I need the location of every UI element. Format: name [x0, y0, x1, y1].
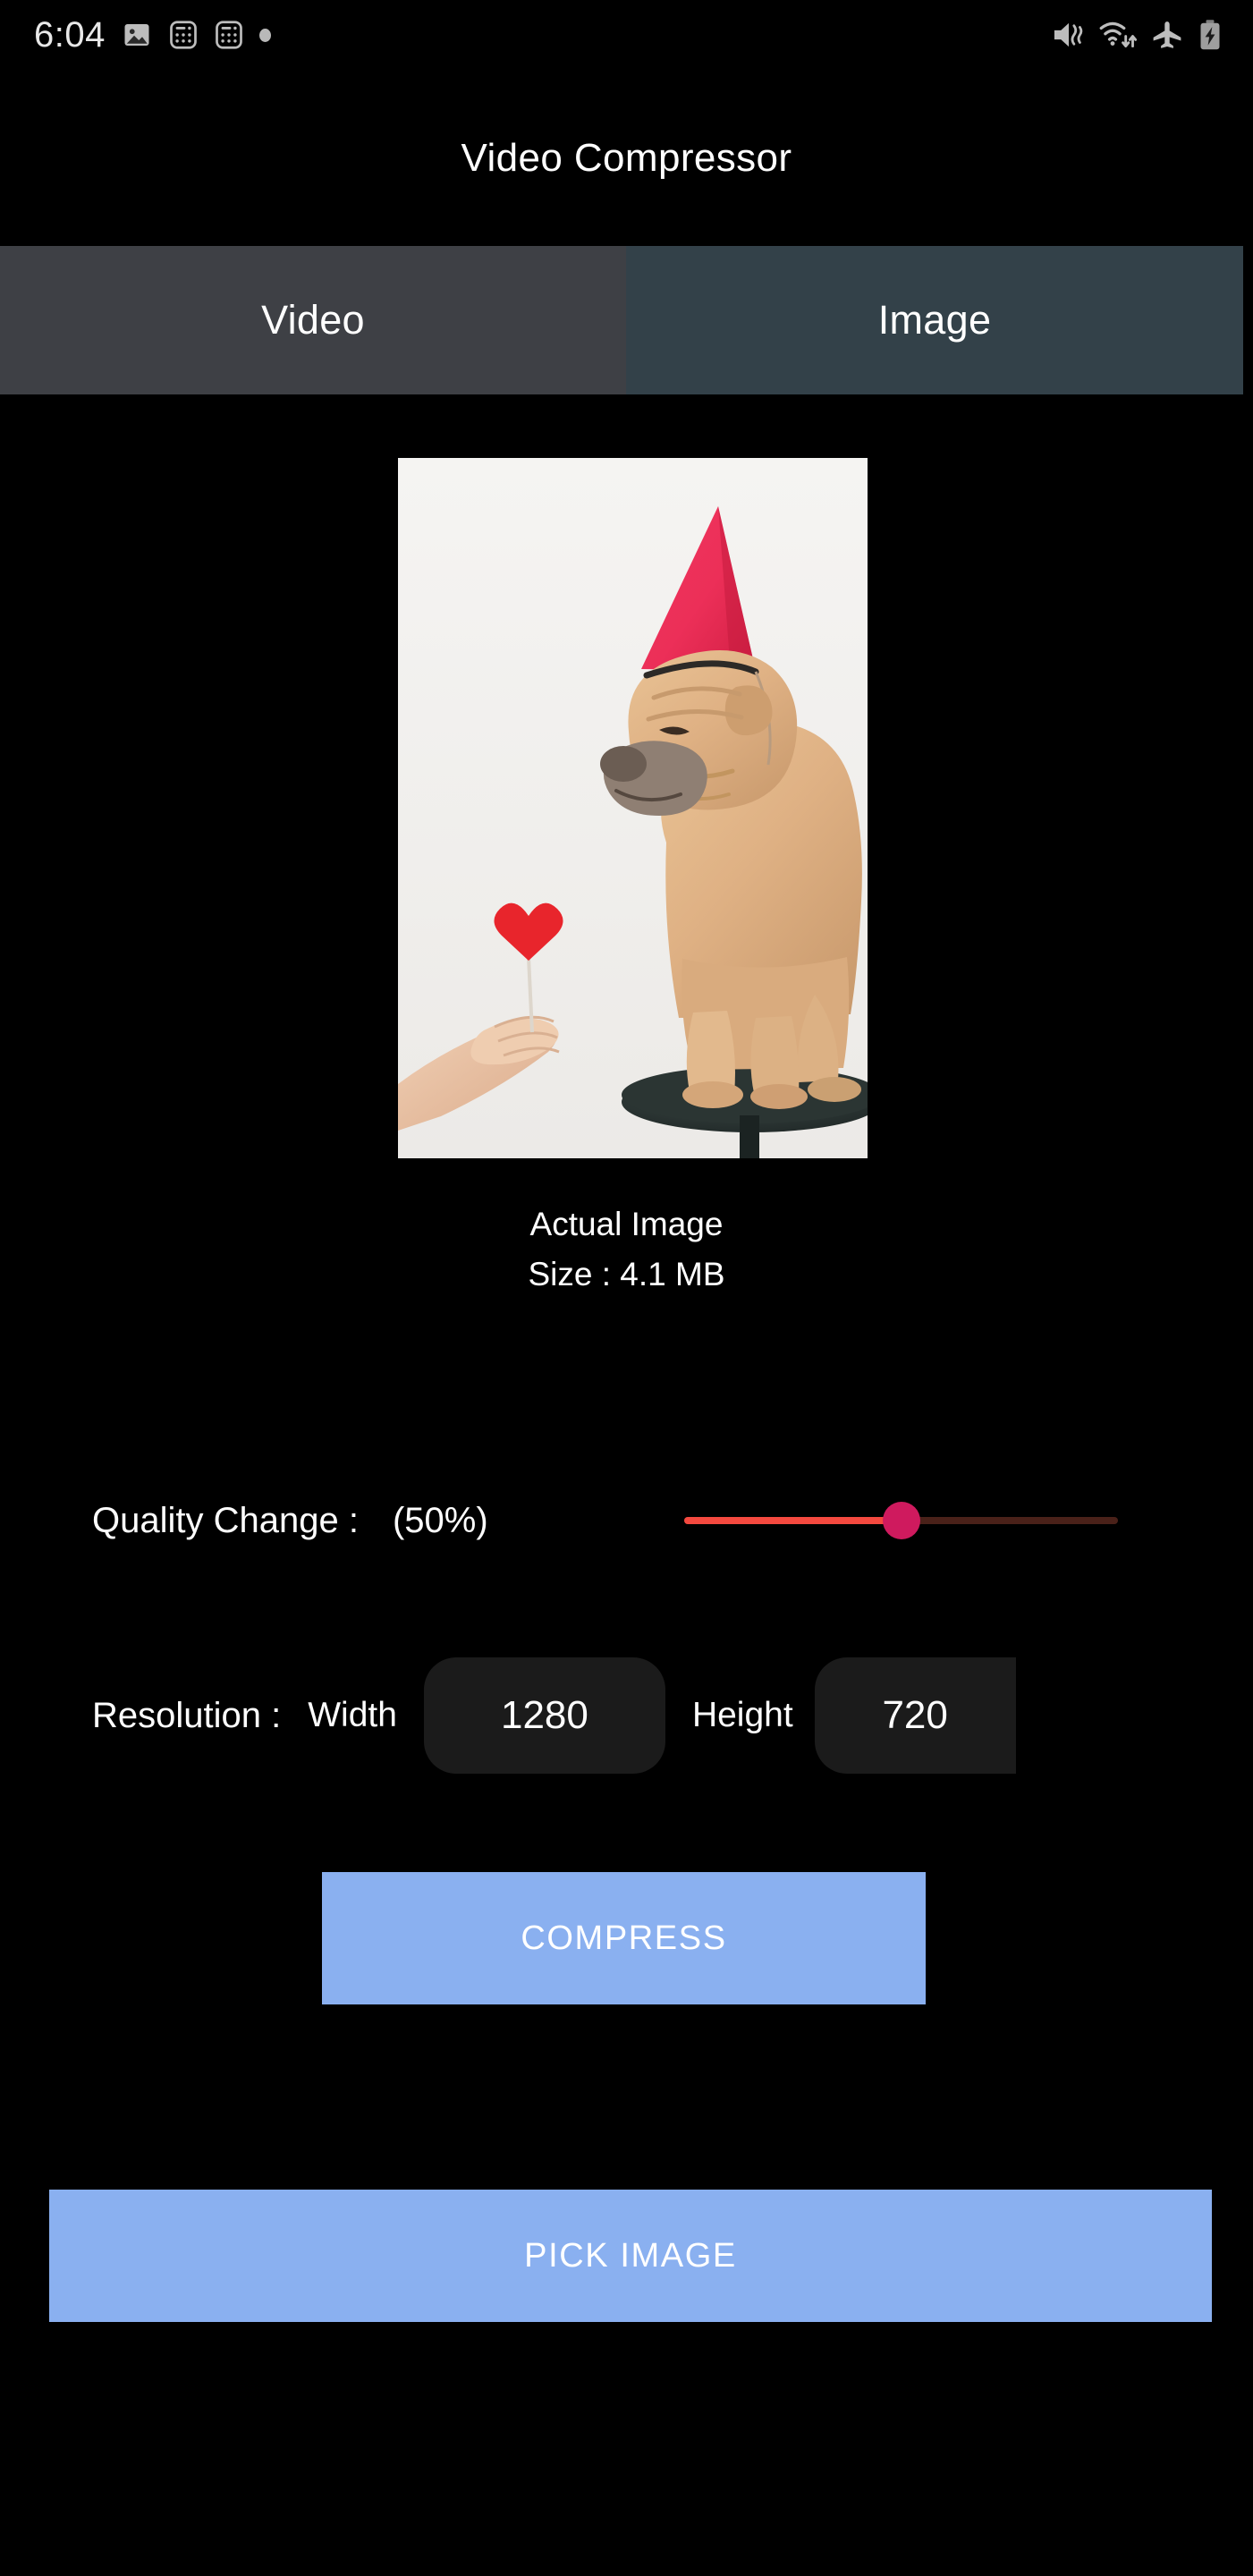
app-bar: Video Compressor — [0, 70, 1253, 246]
status-bar-left: 6:04 — [34, 17, 271, 53]
tab-video-label: Video — [261, 297, 365, 343]
preview-photo — [398, 458, 868, 1158]
tab-image[interactable]: Image — [626, 246, 1243, 394]
width-value: 1280 — [500, 1693, 588, 1737]
pick-image-button-label: PICK IMAGE — [524, 2236, 737, 2275]
dot-icon — [258, 28, 271, 42]
calculator-icon — [170, 21, 197, 49]
pick-image-button[interactable]: PICK IMAGE — [49, 2190, 1212, 2322]
battery-charging-icon — [1200, 20, 1220, 50]
compress-button[interactable]: COMPRESS — [322, 1872, 926, 2004]
quality-slider[interactable] — [684, 1502, 1118, 1539]
wifi-icon — [1099, 21, 1137, 48]
compress-button-label: COMPRESS — [521, 1919, 727, 1957]
height-value: 720 — [882, 1693, 948, 1737]
photo-icon — [124, 24, 149, 46]
preview-caption: Actual Image Size : 4.1 MB — [0, 1206, 1253, 1293]
width-input[interactable]: 1280 — [423, 1657, 665, 1774]
status-bar-right — [1052, 19, 1223, 51]
height-input[interactable]: 720 — [814, 1657, 1016, 1774]
tab-video[interactable]: Video — [0, 246, 626, 394]
slider-thumb[interactable] — [882, 1502, 920, 1539]
quality-value: (50%) — [392, 1500, 488, 1540]
tab-bar: Video Image — [0, 246, 1243, 394]
caption-size: Size : 4.1 MB — [528, 1256, 725, 1292]
calculator-icon — [216, 21, 242, 49]
vibrate-mute-icon — [1054, 22, 1083, 47]
tab-image-label: Image — [877, 297, 992, 343]
slider-track-active — [684, 1517, 902, 1524]
resolution-row: Resolution : Width 1280 Height 720 — [0, 1657, 1253, 1774]
quality-label: Quality Change : — [92, 1500, 359, 1540]
caption-title: Actual Image — [529, 1206, 724, 1242]
image-preview[interactable] — [398, 458, 868, 1158]
page-title: Video Compressor — [461, 135, 792, 180]
height-label: Height — [691, 1696, 793, 1734]
status-clock: 6:04 — [34, 15, 106, 55]
airplane-mode-icon — [1153, 21, 1181, 48]
width-label: Width — [308, 1696, 397, 1734]
status-bar: 6:04 — [0, 0, 1253, 70]
resolution-label: Resolution : — [92, 1695, 282, 1735]
app-screen: 6:04 Video Compressor Video Image Actual… — [0, 0, 1253, 2576]
